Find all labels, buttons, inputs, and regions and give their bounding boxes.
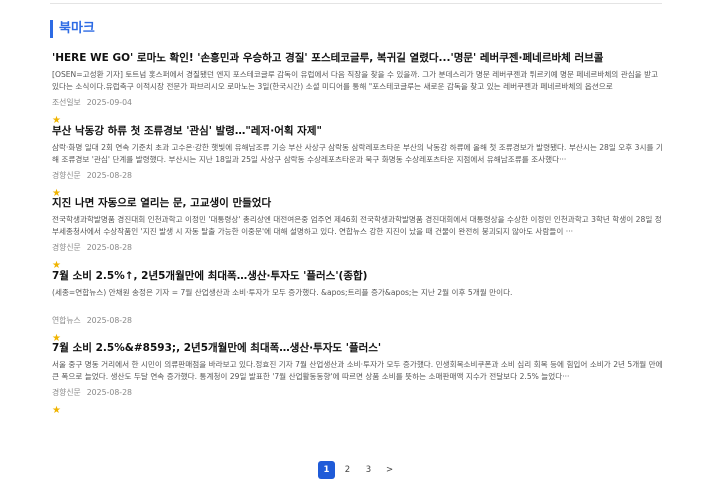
article-source: 경향신문 [52, 388, 81, 397]
bookmark-star-icon[interactable]: ★ [52, 405, 61, 417]
article-summary: 서울 중구 명동 거리에서 한 시민이 의류판매점을 바라보고 있다.정효진 기… [52, 360, 663, 381]
article-meta: 조선일보 2025-09-04 [52, 97, 664, 108]
bookmark-list: 'HERE WE GO' 로마노 확인! '손흥민과 우승하고 경질' 포스테코… [52, 51, 664, 417]
list-item: 7월 소비 2.5%↑, 2년5개월만에 최대폭…생산·투자도 '플러스'(종합… [52, 269, 664, 344]
article-meta: 경향신문 2025-08-28 [52, 170, 664, 181]
article-summary: 삼락·화명 일대 2회 연속 기준치 초과 고수온·강한 햇빛에 유해남조류 기… [52, 142, 663, 164]
list-item: 지진 나면 자동으로 열리는 문, 고교생이 만들었다 전국학생과학발명품 경진… [52, 196, 664, 271]
next-page-button[interactable]: > [381, 461, 398, 479]
article-source: 연합뉴스 [52, 315, 81, 325]
article-meta: 경향신문 2025-08-28 [52, 387, 664, 398]
article-title[interactable]: 7월 소비 2.5%↑, 2년5개월만에 최대폭…생산·투자도 '플러스'(종합… [52, 269, 664, 283]
list-item: 7월 소비 2.5%&#8593;, 2년5개월만에 최대폭…생산·투자도 '플… [52, 341, 664, 417]
article-date: 2025-08-28 [86, 243, 133, 252]
list-item: 'HERE WE GO' 로마노 확인! '손흥민과 우승하고 경질' 포스테코… [52, 51, 664, 126]
article-title[interactable]: 지진 나면 자동으로 열리는 문, 고교생이 만들었다 [52, 196, 664, 210]
article-source: 경향신문 [52, 243, 81, 252]
list-item: 부산 낙동강 하류 첫 조류경보 '관심' 발령…"레저·어획 자제" 삼락·화… [52, 124, 664, 199]
pagination: 1 2 3 > [318, 461, 398, 479]
article-date: 2025-08-28 [86, 315, 133, 325]
article-summary: [OSEN=고성환 기자] 토트넘 홋스퍼에서 경질됐던 엔지 포스테코글루 감… [52, 70, 659, 91]
article-date: 2025-08-28 [86, 170, 133, 180]
page-button-2[interactable]: 2 [339, 461, 356, 479]
article-source: 경향신문 [52, 170, 81, 180]
article-date: 2025-09-04 [86, 98, 133, 107]
article-source: 조선일보 [52, 98, 81, 107]
section-title: 북마크 [50, 20, 95, 38]
article-title[interactable]: 7월 소비 2.5%&#8593;, 2년5개월만에 최대폭…생산·투자도 '플… [52, 341, 664, 355]
article-title[interactable]: 'HERE WE GO' 로마노 확인! '손흥민과 우승하고 경질' 포스테코… [52, 51, 664, 65]
article-summary: 전국학생과학발명품 경진대회 인천과학고 이정민 '대통령상' 총리상엔 대전여… [52, 215, 662, 236]
page-button-1[interactable]: 1 [318, 461, 335, 479]
article-meta: 연합뉴스 2025-08-28 [52, 315, 664, 326]
article-date: 2025-08-28 [86, 388, 133, 397]
article-title[interactable]: 부산 낙동강 하류 첫 조류경보 '관심' 발령…"레저·어획 자제" [52, 124, 664, 138]
article-meta: 경향신문 2025-08-28 [52, 242, 664, 253]
top-divider [50, 3, 662, 4]
page-button-3[interactable]: 3 [360, 461, 377, 479]
article-summary: (세종=연합뉴스) 안채원 송정은 기자 = 7월 산업생산과 소비·투자가 모… [52, 287, 513, 297]
